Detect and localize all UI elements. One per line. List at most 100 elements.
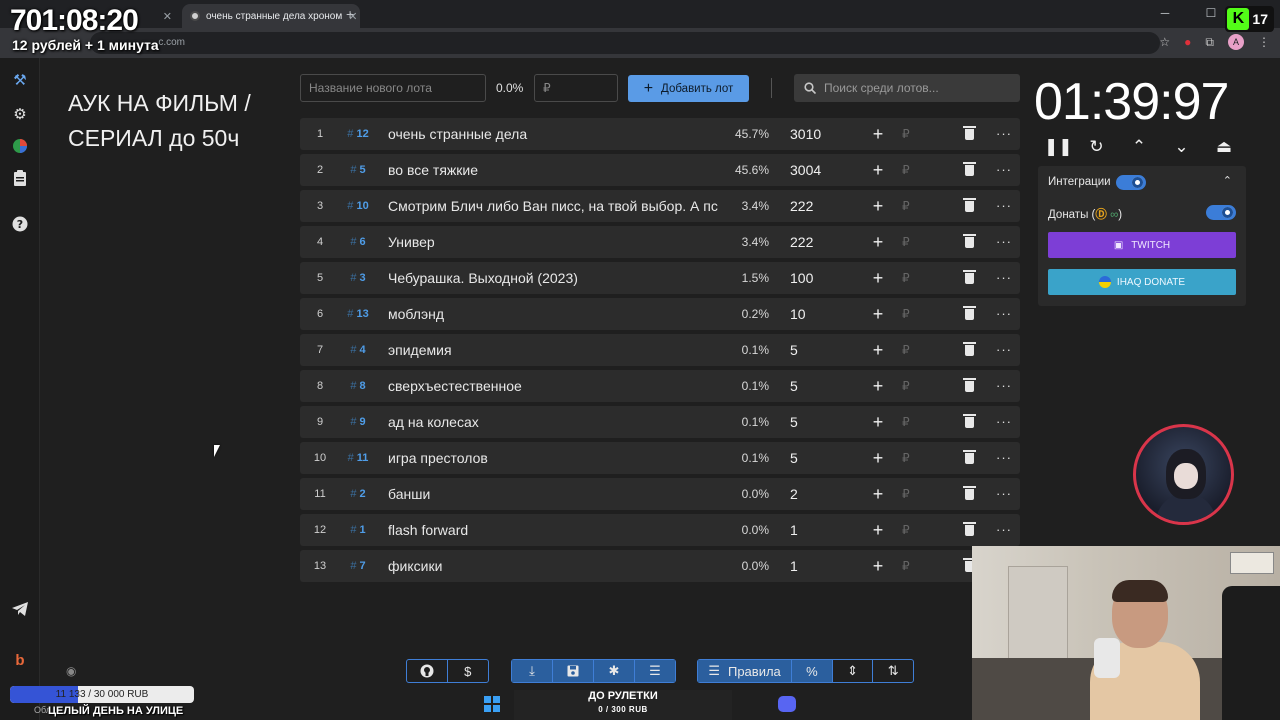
trash-icon[interactable] [962, 118, 976, 150]
lot-name[interactable]: Чебурашка. Выходной (2023) [388, 262, 720, 294]
lot-id[interactable]: # 1 [338, 514, 378, 546]
plus-icon[interactable]: + [871, 118, 885, 150]
lot-name[interactable]: банши [388, 478, 720, 510]
more-options-icon[interactable]: ··· [996, 370, 1011, 402]
lot-id[interactable]: # 7 [338, 550, 378, 582]
lot-currency[interactable]: ₽ [902, 514, 914, 546]
lot-amount[interactable]: 5 [790, 334, 850, 366]
more-options-icon[interactable]: ··· [996, 190, 1011, 222]
lot-amount[interactable]: 5 [790, 406, 850, 438]
plus-icon[interactable]: + [871, 550, 885, 582]
lot-currency[interactable]: ₽ [902, 442, 914, 474]
trash-icon[interactable] [962, 442, 976, 474]
more-options-icon[interactable]: ··· [996, 514, 1011, 546]
chevron-up-icon[interactable]: ⌃ [1129, 137, 1149, 157]
sort-icon[interactable]: ⇅ [873, 660, 913, 682]
windows-start-icon[interactable] [484, 696, 500, 712]
lot-name[interactable]: flash forward [388, 514, 720, 546]
profile-avatar[interactable]: A [1228, 34, 1244, 50]
kebab-menu-icon[interactable]: ⋮ [1258, 35, 1270, 49]
lot-name[interactable]: Смотрим Блич либо Ван писс, на твой выбо… [388, 190, 720, 222]
minimize-icon[interactable]: ─ [1142, 0, 1188, 28]
lot-name[interactable]: ад на колесах [388, 406, 720, 438]
lot-name[interactable]: Универ [388, 226, 720, 258]
lot-row[interactable]: 8 # 8 сверхъестественное 0.1% 5 + ₽ ··· [300, 370, 1020, 402]
plus-icon[interactable]: + [871, 154, 885, 186]
lot-currency[interactable]: ₽ [902, 478, 914, 510]
plus-icon[interactable]: + [871, 334, 885, 366]
plus-icon[interactable]: + [871, 262, 885, 294]
pause-icon[interactable]: ❚❚ [1044, 137, 1073, 157]
lot-row[interactable]: 9 # 9 ад на колесах 0.1% 5 + ₽ ··· [300, 406, 1020, 438]
lot-id[interactable]: # 9 [338, 406, 378, 438]
lot-amount[interactable]: 222 [790, 190, 850, 222]
lot-name[interactable]: игра престолов [388, 442, 720, 474]
lot-id[interactable]: # 12 [338, 118, 378, 150]
lot-amount[interactable]: 222 [790, 226, 850, 258]
bug-icon[interactable]: ✱ [594, 660, 635, 682]
extension-red-icon[interactable]: ● [1184, 35, 1191, 49]
trash-icon[interactable] [962, 226, 976, 258]
lot-name[interactable]: сверхъестественное [388, 370, 720, 402]
lot-search-input[interactable]: Поиск среди лотов... [794, 74, 1020, 102]
plus-icon[interactable]: + [871, 514, 885, 546]
lot-row[interactable]: 7 # 4 эпидемия 0.1% 5 + ₽ ··· [300, 334, 1020, 366]
percent-toggle[interactable]: % [792, 660, 833, 682]
lot-currency[interactable]: ₽ [902, 406, 914, 438]
lot-currency[interactable]: ₽ [902, 370, 914, 402]
lot-currency[interactable]: ₽ [902, 226, 914, 258]
lot-name[interactable]: моблэнд [388, 298, 720, 330]
lot-amount[interactable]: 2 [790, 478, 850, 510]
lot-id[interactable]: # 3 [338, 262, 378, 294]
plus-icon[interactable]: + [871, 442, 885, 474]
save-icon[interactable] [553, 660, 594, 682]
chevron-down-icon[interactable]: ⌄ [1172, 137, 1192, 157]
more-options-icon[interactable]: ··· [996, 226, 1011, 258]
gavel-icon[interactable]: ⚒ [10, 70, 30, 90]
more-options-icon[interactable]: ··· [996, 154, 1011, 186]
lot-name[interactable]: эпидемия [388, 334, 720, 366]
dollar-icon[interactable]: $ [448, 660, 489, 682]
more-options-icon[interactable]: ··· [996, 118, 1011, 150]
github-icon[interactable] [407, 660, 448, 682]
download-icon[interactable]: ⤓ [512, 660, 553, 682]
trash-icon[interactable] [962, 190, 976, 222]
browser-tab-2[interactable]: очень странные дела хроном ✕ [182, 4, 360, 28]
discord-icon[interactable] [778, 696, 796, 712]
lot-name[interactable]: фиксики [388, 550, 720, 582]
trash-icon[interactable] [962, 298, 976, 330]
trash-icon[interactable] [962, 478, 976, 510]
lot-row[interactable]: 4 # 6 Универ 3.4% 222 + ₽ ··· [300, 226, 1020, 258]
puzzle-icon[interactable]: ⧉ [1205, 35, 1214, 50]
donations-toggle[interactable] [1206, 205, 1236, 220]
plus-icon[interactable]: + [871, 190, 885, 222]
lot-row[interactable]: 1 # 12 очень странные дела 45.7% 3010 + ₽ ··· [300, 118, 1020, 150]
lot-row[interactable]: 10 # 11 игра престолов 0.1% 5 + ₽ ··· [300, 442, 1020, 474]
lot-id[interactable]: # 13 [338, 298, 378, 330]
lot-amount[interactable]: 5 [790, 370, 850, 402]
integrations-toggle[interactable] [1116, 175, 1146, 190]
eye-icon[interactable]: ◉ [66, 664, 76, 678]
more-options-icon[interactable]: ··· [996, 262, 1011, 294]
new-lot-amount-input[interactable]: ₽ [534, 74, 618, 102]
twitch-button[interactable]: ▣ TWITCH [1048, 232, 1236, 258]
more-options-icon[interactable]: ··· [996, 298, 1011, 330]
lot-currency[interactable]: ₽ [902, 118, 914, 150]
help-icon[interactable]: ? [10, 214, 30, 234]
clear-list-icon[interactable]: ☰ [635, 660, 675, 682]
lot-row[interactable]: 13# 7фиксики0.0%1+₽··· [300, 550, 1020, 582]
telegram-icon[interactable] [10, 599, 30, 619]
double-up-icon[interactable]: ⏏ [1214, 137, 1234, 157]
plus-icon[interactable]: + [871, 478, 885, 510]
lot-currency[interactable]: ₽ [902, 550, 914, 582]
clipboard-icon[interactable] [10, 168, 30, 188]
lot-row[interactable]: 3 # 10 Смотрим Блич либо Ван писс, на твой… [300, 190, 1020, 222]
reset-icon[interactable]: ↻ [1087, 137, 1107, 157]
lot-row[interactable]: 11 # 2 банши 0.0% 2 + ₽ ··· [300, 478, 1020, 510]
lot-name[interactable]: очень странные дела [388, 118, 720, 150]
url-field[interactable]: ...c.com [90, 32, 1160, 54]
donate-button[interactable]: IHAQ DONATE [1048, 269, 1236, 295]
more-options-icon[interactable]: ··· [996, 478, 1011, 510]
trash-icon[interactable] [962, 262, 976, 294]
lot-row[interactable]: 2 # 5 во все тяжкие 45.6% 3004 + ₽ ··· [300, 154, 1020, 186]
